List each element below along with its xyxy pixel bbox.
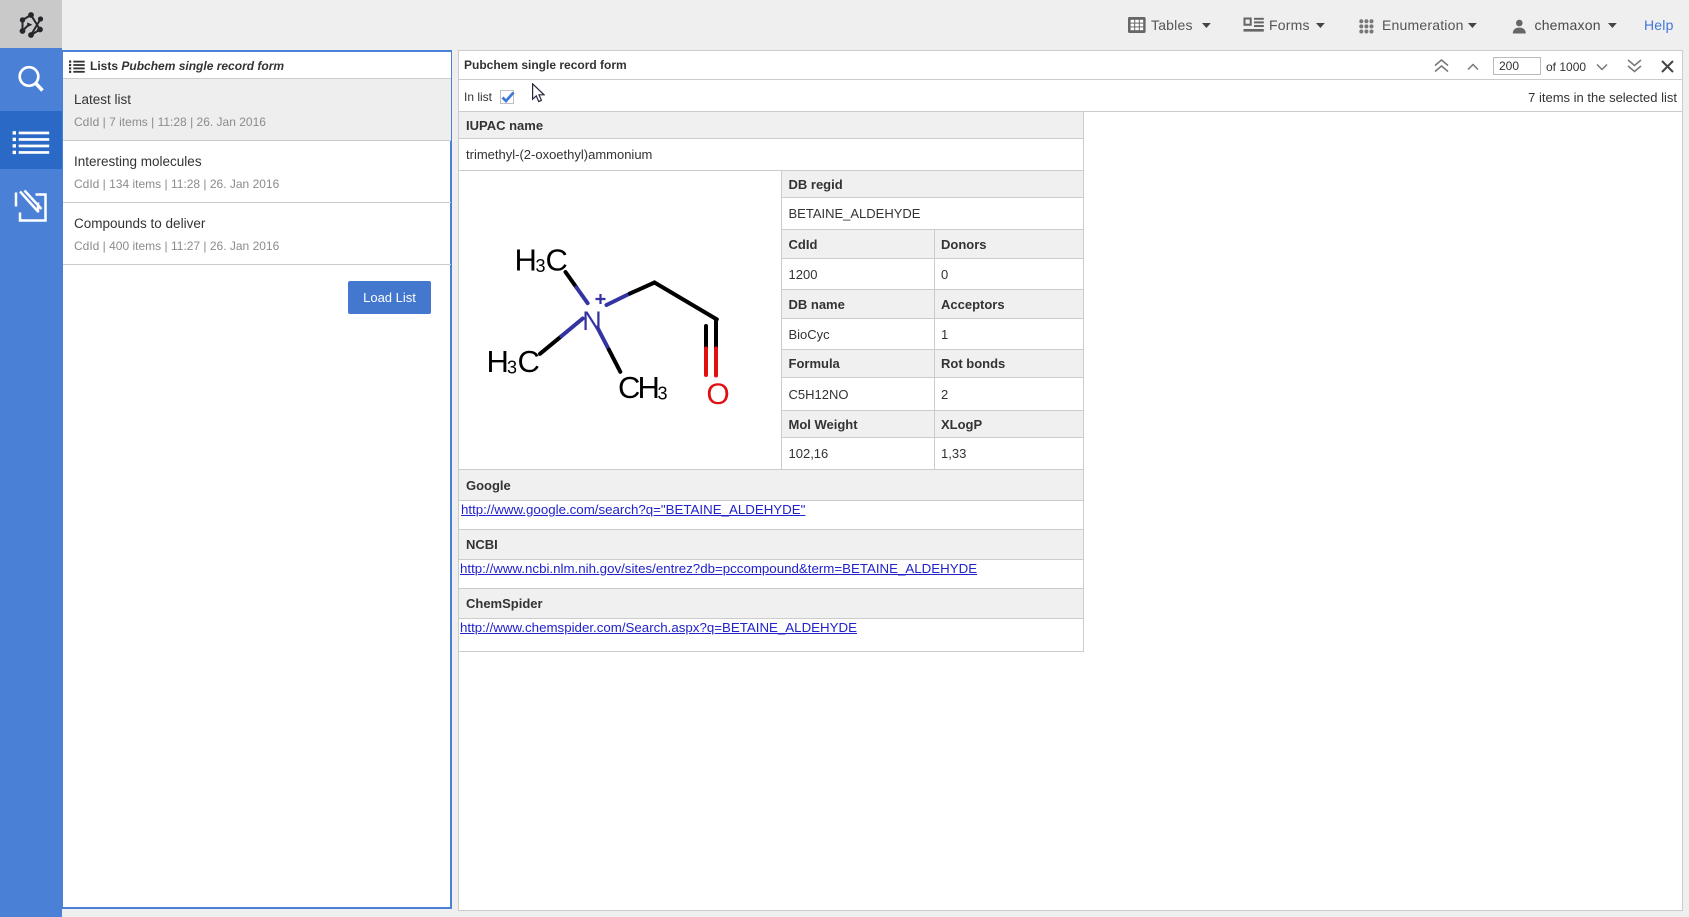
svg-text:H: H <box>515 242 537 277</box>
svg-text:O: O <box>706 378 729 411</box>
svg-text:N: N <box>582 306 602 336</box>
svg-text:H: H <box>487 344 509 379</box>
svg-text:3: 3 <box>658 383 668 403</box>
svg-text:3: 3 <box>536 256 546 276</box>
svg-text:C: C <box>546 242 568 277</box>
svg-text:3: 3 <box>507 357 517 377</box>
svg-text:C: C <box>518 344 540 379</box>
